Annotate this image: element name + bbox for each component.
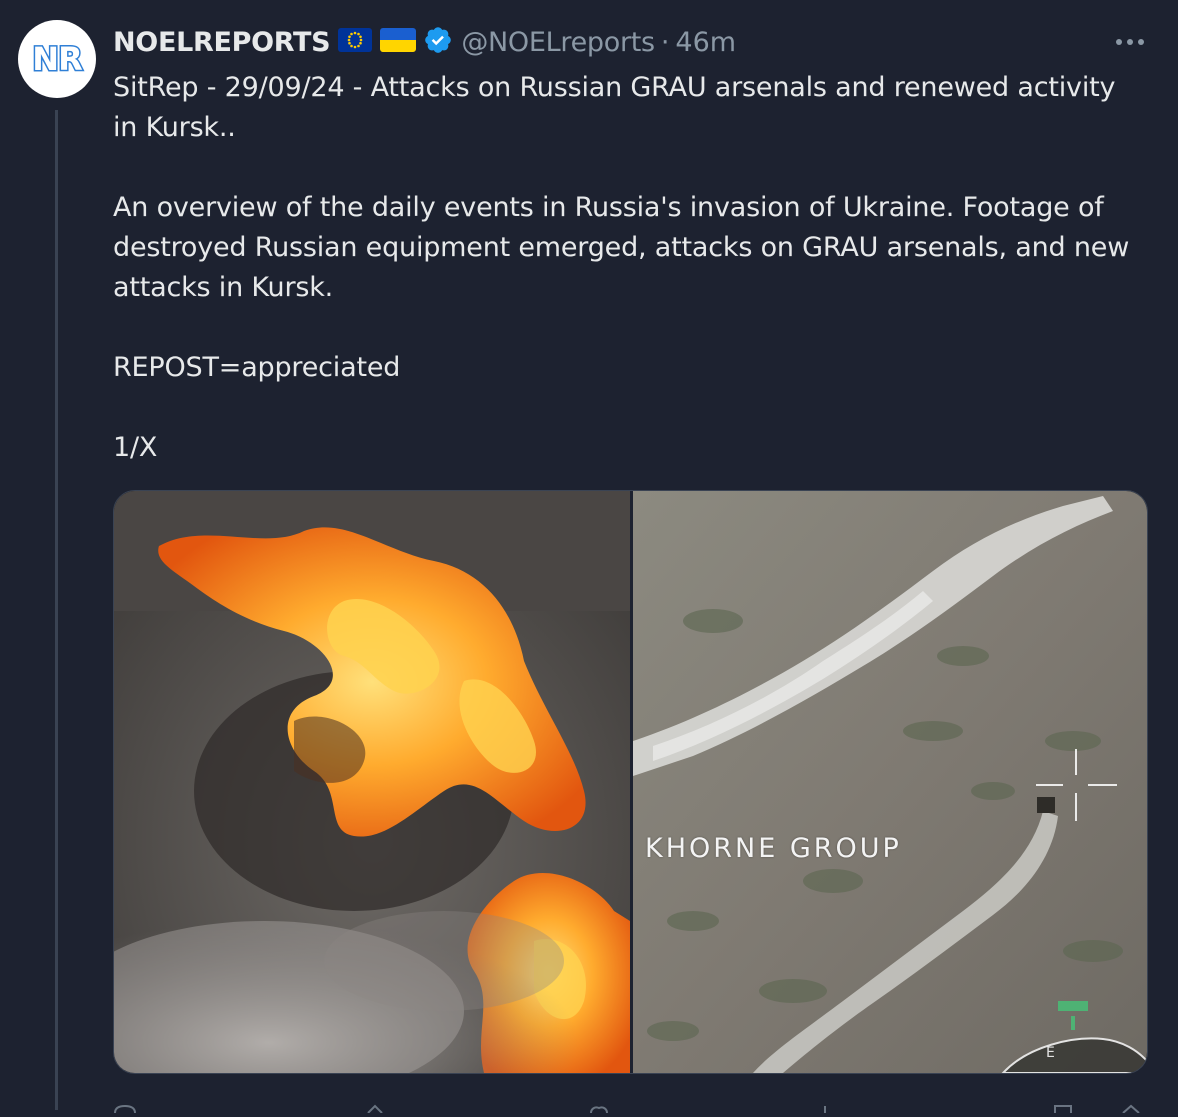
display-name[interactable]: NOELREPORTS bbox=[113, 27, 331, 58]
drone-image: E bbox=[633, 491, 1147, 1073]
tweet-text: SitRep - 29/09/24 - Attacks on Russian G… bbox=[113, 68, 1143, 468]
eu-flag-icon bbox=[338, 28, 373, 56]
media-grid: E KHORNE GROUP bbox=[113, 490, 1148, 1074]
tweet-text-line: An overview of the daily events in Russi… bbox=[113, 192, 1130, 303]
svg-text:E: E bbox=[1046, 1045, 1055, 1061]
avatar-logo-text: NR bbox=[31, 39, 84, 80]
tweet-text-line: 1/X bbox=[113, 432, 158, 463]
media-image-fire[interactable] bbox=[114, 491, 630, 1073]
timestamp[interactable]: 46m bbox=[675, 27, 736, 58]
more-options-button[interactable] bbox=[1108, 30, 1152, 54]
media-watermark: KHORNE GROUP bbox=[645, 833, 902, 864]
thread-line bbox=[55, 110, 58, 1110]
action-bar bbox=[113, 1098, 1153, 1114]
media-image-drone[interactable]: E KHORNE GROUP bbox=[633, 491, 1147, 1073]
verified-badge-icon[interactable] bbox=[423, 25, 453, 59]
ukraine-flag-icon bbox=[380, 28, 417, 56]
fire-image bbox=[114, 491, 630, 1073]
tweet-header: NOELREPORTS @NOELreports · 46m bbox=[113, 22, 736, 62]
more-horizontal-icon bbox=[1116, 39, 1144, 45]
tweet-text-line: REPOST=appreciated bbox=[113, 352, 401, 383]
separator-dot: · bbox=[660, 26, 670, 58]
avatar[interactable]: NR bbox=[18, 20, 96, 98]
tweet-text-line: SitRep - 29/09/24 - Attacks on Russian G… bbox=[113, 72, 1116, 143]
handle[interactable]: @NOELreports bbox=[461, 27, 655, 58]
